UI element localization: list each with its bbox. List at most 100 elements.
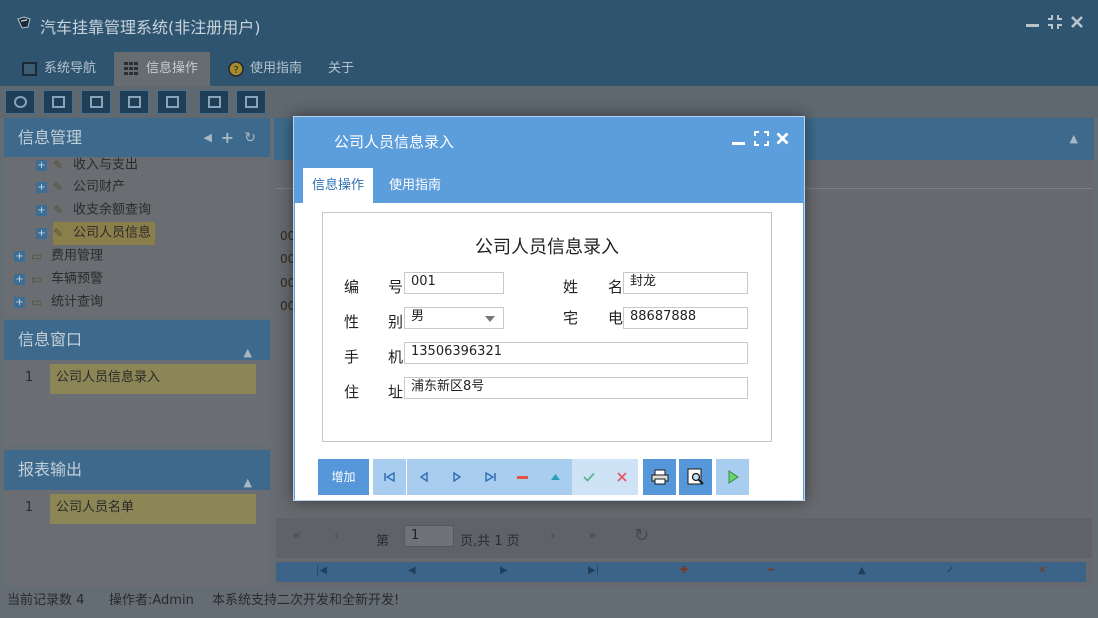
tab-about[interactable]: 关于 (318, 52, 368, 86)
mobile-label-a: 手 (344, 348, 360, 366)
edit-tool-icon[interactable] (157, 90, 187, 114)
tab-label: 使用指南 (250, 61, 303, 76)
svg-text:?: ? (233, 65, 238, 76)
save-button[interactable] (572, 459, 605, 495)
last-record-icon[interactable]: ▶| (588, 565, 599, 576)
minimize-icon[interactable] (1024, 12, 1042, 32)
list-tool-icon[interactable] (43, 90, 73, 114)
pager: « ‹ 第 1 页,共 1 页 › » ↻ (276, 518, 1092, 558)
preview-button[interactable] (679, 459, 712, 495)
status-bar: 当前记录数 4 操作者:Admin 本系统支持二次开发和全新开发! (0, 588, 1098, 618)
restore-icon[interactable] (1046, 12, 1064, 32)
title-bar: 汽车挂靠管理系统(非注册用户) (0, 0, 1098, 46)
tab-system-nav[interactable]: 系统导航 (12, 52, 108, 86)
tree-item[interactable]: + ✎ 收支余额查询 (36, 199, 151, 221)
prev-page-icon[interactable]: ‹ (334, 528, 340, 544)
document-tool-icon[interactable] (81, 90, 111, 114)
next-record-icon[interactable]: ▶ (500, 565, 508, 576)
export-tool-icon[interactable] (199, 90, 229, 114)
prev-record-button[interactable] (407, 459, 440, 495)
save-record-icon[interactable]: ✓ (946, 565, 954, 576)
delete-button[interactable] (506, 459, 539, 495)
id-label-b: 号 (388, 278, 404, 296)
id-field[interactable]: 001 (404, 272, 504, 294)
expand-icon[interactable]: + (36, 159, 47, 171)
expand-icon[interactable]: + (14, 296, 25, 308)
name-field[interactable]: 封龙 (623, 272, 748, 294)
page-input[interactable]: 1 (404, 525, 454, 547)
collapse-up-icon[interactable]: ▲ (1070, 132, 1078, 145)
panel-title: 信息管理 (18, 128, 83, 147)
tree-item[interactable]: + ▭ 车辆预警 (14, 268, 103, 290)
prev-record-icon[interactable]: ◀ (408, 565, 416, 576)
collapse-left-icon[interactable]: ◀ (204, 118, 212, 158)
tools-icon: ✎ (53, 226, 64, 240)
last-record-button[interactable] (473, 459, 506, 495)
panel-title: 信息窗口 (18, 330, 83, 349)
gender-select[interactable]: 男 (404, 307, 504, 329)
first-record-icon[interactable]: |◀ (316, 565, 327, 576)
add-icon[interactable]: + (221, 118, 234, 158)
tree-item[interactable]: + ▭ 统计查询 (14, 291, 103, 313)
name-label-b: 名 (608, 278, 624, 296)
gender-label-b: 别 (388, 313, 404, 331)
dialog-body: 公司人员信息录入 编 号 001 姓 名 封龙 性 别 男 宅 电 886878… (295, 203, 803, 500)
cancel-button[interactable] (605, 459, 638, 495)
delete-record-icon[interactable]: ━ (768, 565, 774, 576)
dialog-tab-info-ops[interactable]: 信息操作 (303, 168, 374, 203)
users-tool-icon[interactable] (119, 90, 149, 114)
operator: 操作者:Admin (109, 593, 194, 608)
printer-icon (651, 469, 668, 485)
expand-icon[interactable]: + (36, 227, 47, 239)
refresh-icon[interactable]: ↻ (244, 118, 256, 158)
home-phone-field[interactable]: 88687888 (623, 307, 748, 329)
panel-title: 报表输出 (18, 460, 83, 479)
home-phone-label-a: 宅 (563, 309, 579, 327)
add-button[interactable]: 增加 (318, 459, 369, 495)
home-phone-label-b: 电 (608, 309, 624, 327)
tree-item[interactable]: + ✎ 公司人员信息 (36, 222, 156, 245)
dialog-title: 公司人员信息录入 (334, 133, 455, 151)
app-title: 汽车挂靠管理系统(非注册用户) (40, 18, 261, 37)
print-tool-icon[interactable] (236, 90, 266, 114)
refresh-icon[interactable]: ↻ (634, 525, 649, 546)
edit-button[interactable] (539, 459, 572, 495)
expand-icon[interactable]: + (14, 273, 25, 285)
row-label: 公司人员名单 (50, 494, 256, 524)
list-item[interactable]: 1 公司人员信息录入 (12, 364, 256, 396)
mobile-field[interactable]: 13506396321 (404, 342, 748, 364)
tab-info-ops[interactable]: 信息操作 (114, 52, 210, 86)
record-count: 当前记录数 4 (7, 593, 85, 608)
dialog-tab-guide[interactable]: 使用指南 (380, 168, 450, 203)
close-icon[interactable] (1068, 12, 1086, 32)
add-record-icon[interactable]: ✚ (680, 565, 688, 576)
cancel-record-icon[interactable]: ✕ (1038, 565, 1046, 576)
search-tool-icon[interactable] (5, 90, 35, 114)
help-circle-icon: ? (228, 61, 244, 77)
tools-icon: ✎ (53, 203, 64, 217)
status-message: 本系统支持二次开发和全新开发! (212, 593, 400, 608)
tab-guide[interactable]: ? 使用指南 (218, 52, 314, 86)
address-label-b: 址 (388, 383, 404, 401)
run-button[interactable] (716, 459, 749, 495)
tree-item[interactable]: + ▭ 费用管理 (14, 245, 103, 267)
last-page-icon[interactable]: » (588, 528, 597, 544)
row-number: 1 (24, 500, 34, 515)
print-button[interactable] (643, 459, 676, 495)
first-page-icon[interactable]: « (292, 528, 301, 544)
list-item[interactable]: 1 公司人员名单 (12, 494, 256, 526)
minus-icon (517, 476, 528, 479)
tree-item[interactable]: + ✎ 公司财产 (36, 176, 125, 198)
row-label: 公司人员信息录入 (50, 364, 256, 394)
first-record-button[interactable] (373, 459, 406, 495)
edit-record-icon[interactable]: ▲ (858, 565, 866, 576)
expand-icon[interactable]: + (14, 250, 25, 262)
expand-icon[interactable]: + (36, 204, 47, 216)
tree-item[interactable]: + ✎ 收入与支出 (36, 157, 138, 176)
next-record-icon (452, 471, 461, 483)
expand-icon[interactable]: + (36, 181, 47, 193)
address-field[interactable]: 浦东新区8号 (404, 377, 748, 399)
next-record-button[interactable] (440, 459, 473, 495)
monitor-icon (22, 62, 37, 76)
next-page-icon[interactable]: › (550, 528, 556, 544)
